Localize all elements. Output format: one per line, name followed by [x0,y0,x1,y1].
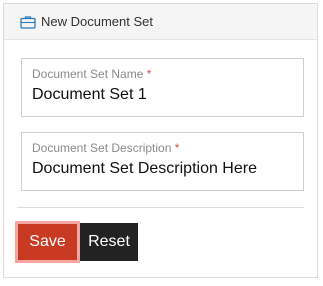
save-button[interactable]: Save [15,221,80,263]
divider [17,207,304,208]
required-marker: * [146,67,152,81]
document-set-description-label: Document Set Description * [32,141,180,155]
document-set-description-field[interactable]: Document Set Description * Document Set … [21,132,304,191]
briefcase-icon [20,15,36,29]
document-set-name-input[interactable]: Document Set 1 [32,85,293,105]
document-set-description-input[interactable]: Document Set Description Here [32,159,293,179]
required-marker: * [174,141,180,155]
document-set-name-label: Document Set Name * [32,67,152,81]
panel-title: New Document Set [41,14,153,29]
document-set-name-field[interactable]: Document Set Name * Document Set 1 [21,58,304,117]
new-document-set-panel: New Document Set Document Set Name * Doc… [3,3,318,278]
reset-button[interactable]: Reset [80,223,138,261]
panel-header: New Document Set [4,4,317,40]
